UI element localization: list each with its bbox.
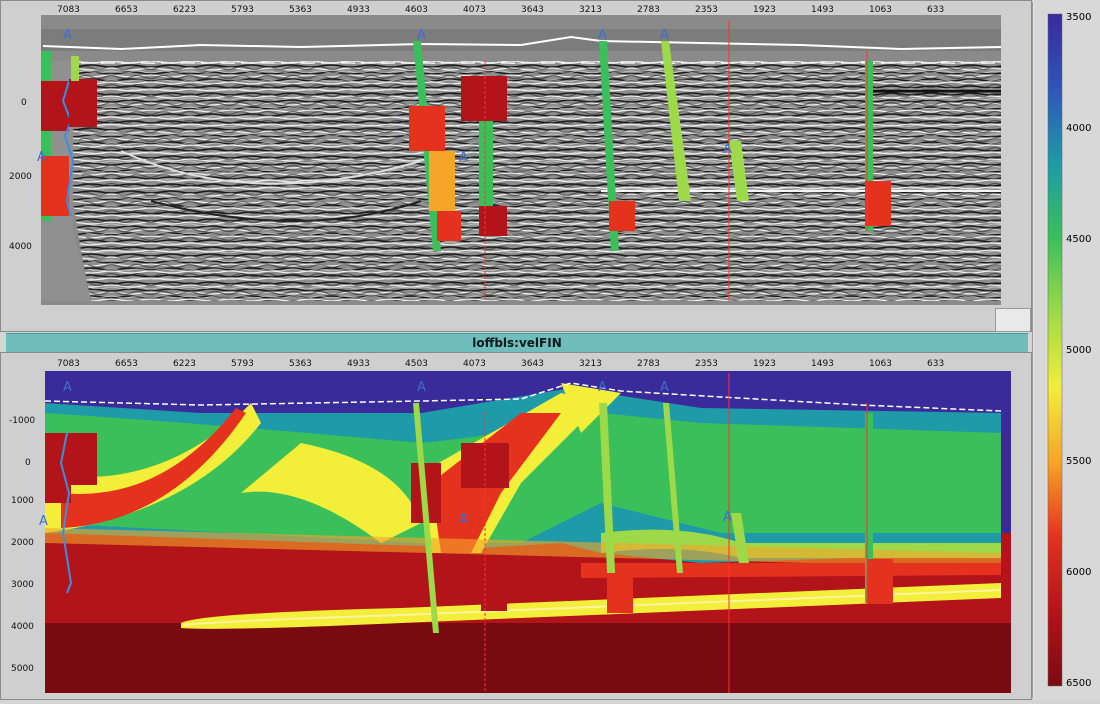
tick-label: 1063 [869, 5, 892, 15]
tick-label: 4073 [463, 5, 486, 15]
well-marker: A [598, 380, 607, 395]
tick-label: 5000 [11, 664, 34, 674]
tick-label: 5793 [231, 5, 254, 15]
well-marker: A [63, 380, 72, 395]
tick-label: 1923 [753, 359, 776, 369]
tick-label: 633 [927, 5, 944, 15]
tick-label: 0 [21, 98, 27, 108]
colorbar-label: 5000 [1066, 345, 1091, 356]
well-marker: A [459, 150, 468, 165]
tick-label: 2783 [637, 5, 660, 15]
colorbar-label: 5500 [1066, 456, 1091, 467]
well-marker: A [459, 512, 468, 527]
seismic-panel[interactable]: A A A A A A A 7083 6653 6223 5793 5363 4… [0, 0, 1032, 332]
tick-label: 1063 [869, 359, 892, 369]
tick-label: 4933 [347, 359, 370, 369]
colorbar-label: 6000 [1066, 567, 1091, 578]
well-marker: A [417, 28, 426, 43]
colorbar-label: 4500 [1066, 234, 1091, 245]
panel-title: loffbls:velFIN [472, 336, 562, 350]
tick-label: 2000 [11, 538, 34, 548]
tick-label: 1493 [811, 5, 834, 15]
colorbar-label: 6500 [1066, 678, 1091, 689]
tick-label: 633 [927, 359, 944, 369]
y-axis-top: 0 2000 4000 [9, 98, 32, 252]
tick-label: 5793 [231, 359, 254, 369]
tick-label: 4000 [11, 622, 34, 632]
tick-label: 3643 [521, 359, 544, 369]
tick-label: 6653 [115, 359, 138, 369]
scrollbar-corner[interactable] [995, 308, 1031, 332]
tick-label: 2000 [9, 172, 32, 182]
well-marker: A [598, 28, 607, 43]
y-axis-bottom: -1000 0 1000 2000 3000 4000 5000 [9, 416, 35, 674]
tick-label: 6223 [173, 359, 196, 369]
panel-title-bar[interactable]: loffbls:velFIN [6, 333, 1028, 353]
well-marker: A [660, 28, 669, 43]
tick-label: 4073 [463, 359, 486, 369]
colorbar: 3500 4000 4500 5000 5500 6000 6500 [1034, 0, 1100, 700]
well-marker: A [723, 142, 732, 157]
x-axis-bottom: 7083 6653 6223 5793 5363 4933 4503 4073 … [57, 359, 944, 369]
tick-label: 7083 [57, 5, 80, 15]
well-marker: A [660, 380, 669, 395]
tick-label: 3213 [579, 359, 602, 369]
tick-label: 0 [25, 458, 31, 468]
tick-label: 5363 [289, 5, 312, 15]
tick-label: 7083 [57, 359, 80, 369]
tick-label: 4000 [9, 242, 32, 252]
tick-label: 6223 [173, 5, 196, 15]
tick-label: 5363 [289, 359, 312, 369]
tick-label: 1493 [811, 359, 834, 369]
well-marker: A [417, 380, 426, 395]
tick-label: 4933 [347, 5, 370, 15]
colorbar-label: 3500 [1066, 12, 1091, 23]
velocity-view[interactable]: A A A A A A A 7083 6653 6223 5793 5363 4… [1, 353, 1031, 699]
tick-label: 4603 [405, 5, 428, 15]
well-marker: A [37, 150, 46, 165]
tick-label: 3213 [579, 5, 602, 15]
tick-label: 1923 [753, 5, 776, 15]
x-axis-top: 7083 6653 6223 5793 5363 4933 4603 4073 … [57, 5, 944, 15]
seismic-view[interactable]: A A A A A A A 7083 6653 6223 5793 5363 4… [1, 1, 1031, 331]
tick-label: 3000 [11, 580, 34, 590]
tick-label: 1000 [11, 496, 34, 506]
tick-label: 2353 [695, 5, 718, 15]
well-marker: A [723, 510, 732, 525]
colorbar-svg: 3500 4000 4500 5000 5500 6000 6500 [1047, 12, 1091, 689]
tick-label: 4503 [405, 359, 428, 369]
well-marker: A [39, 514, 48, 529]
colorbar-label: 4000 [1066, 123, 1091, 134]
tick-label: -1000 [9, 416, 35, 426]
tick-label: 2783 [637, 359, 660, 369]
well-marker: A [63, 28, 72, 43]
colorbar-labels: 3500 4000 4500 5000 5500 6000 6500 [1066, 12, 1091, 689]
velocity-panel[interactable]: A A A A A A A 7083 6653 6223 5793 5363 4… [0, 352, 1032, 700]
tick-label: 2353 [695, 359, 718, 369]
tick-label: 3643 [521, 5, 544, 15]
tick-label: 6653 [115, 5, 138, 15]
